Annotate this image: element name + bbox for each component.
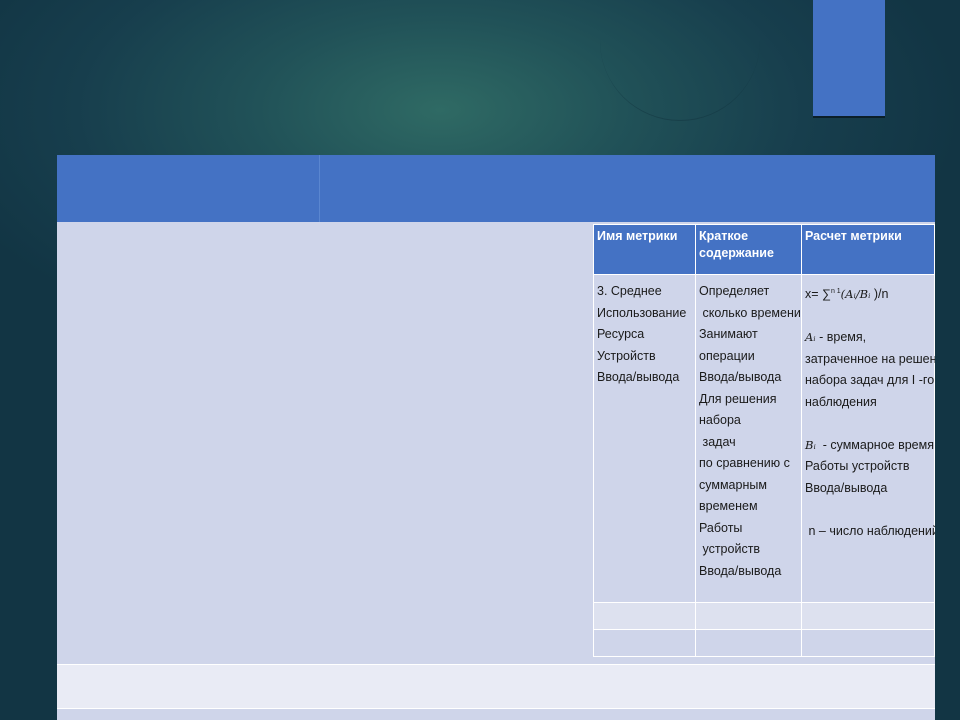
summary-line: Для решения (699, 391, 777, 406)
summary-line: Определяет (699, 284, 770, 298)
formula-suffix: )/n (870, 287, 889, 302)
a-symbol: Aᵢ (805, 330, 816, 345)
summary-cell: Определяет сколько времени Занимают опер… (695, 274, 802, 603)
header-summary: Краткое содержание (695, 224, 802, 275)
empty-cell (593, 602, 696, 630)
summary-line: Ввода/вывода (699, 370, 782, 384)
metric-name-cell: 3. Среднее Использование Ресурса Устройс… (593, 274, 696, 603)
summary-line: набора (699, 413, 741, 427)
header-metric-name: Имя метрики (593, 224, 696, 275)
metrics-table: Имя метрики Краткое содержание Расчет ме… (593, 224, 935, 657)
metric-name-line: Устройств (597, 348, 656, 363)
empty-cell (593, 629, 696, 657)
slide-table: Имя метрики Краткое содержание Расчет ме… (57, 155, 935, 720)
empty-cell (695, 602, 802, 630)
summary-line: задач (699, 434, 736, 449)
empty-cell (801, 602, 935, 630)
header-divider (319, 155, 320, 222)
formula: x= ∑n 1(Aᵢ/Bᵢ )/n (805, 281, 931, 306)
n-definition: n – число наблюдений (805, 523, 935, 538)
b-desc-first: - суммарное время (815, 437, 934, 452)
summary-line: Работы (699, 520, 743, 535)
summary-line: операции (699, 348, 755, 363)
a-desc-line: наблюдения (805, 394, 877, 409)
summary-line: суммарным (699, 477, 767, 492)
empty-cell (695, 629, 802, 657)
metric-name-line: Использование (597, 305, 687, 320)
summary-line: Занимают (699, 327, 758, 341)
accent-bar (813, 0, 885, 118)
empty-cell (801, 629, 935, 657)
b-symbol: Bᵢ (805, 437, 816, 452)
summary-line: сколько времени (699, 305, 801, 320)
header-calculation: Расчет метрики (801, 224, 935, 275)
a-desc-line: набора задач для I -го (805, 373, 935, 388)
formula-body: (Aᵢ/Bᵢ (840, 287, 871, 302)
table-header-band (57, 155, 935, 222)
metric-name-line: Ввода/вывода (597, 370, 680, 384)
table-empty-row (57, 664, 935, 708)
a-desc-line: затраченное на решение (805, 351, 935, 366)
summary-line: временем (699, 499, 758, 513)
formula-prefix: x= ∑ (805, 287, 831, 302)
b-definition: Bᵢ - суммарное время (805, 435, 934, 457)
summary-line: Ввода/вывода (699, 563, 782, 578)
a-desc-first: - время, (815, 330, 867, 345)
metric-name-line: 3. Среднее (597, 284, 662, 298)
b-desc-line: Работы устройств (805, 459, 910, 474)
table-empty-row (57, 708, 935, 720)
decorative-arc (600, 40, 760, 121)
calculation-cell: x= ∑n 1(Aᵢ/Bᵢ )/n Aᵢ - время, затраченно… (801, 274, 935, 603)
a-definition: Aᵢ - время, (805, 327, 931, 349)
summary-line: устройств (699, 542, 761, 556)
summary-line: по сравнению с (699, 456, 790, 470)
metric-name-line: Ресурса (597, 327, 645, 341)
b-desc-line: Ввода/вывода (805, 480, 888, 495)
formula-limits: n 1 (830, 288, 841, 295)
